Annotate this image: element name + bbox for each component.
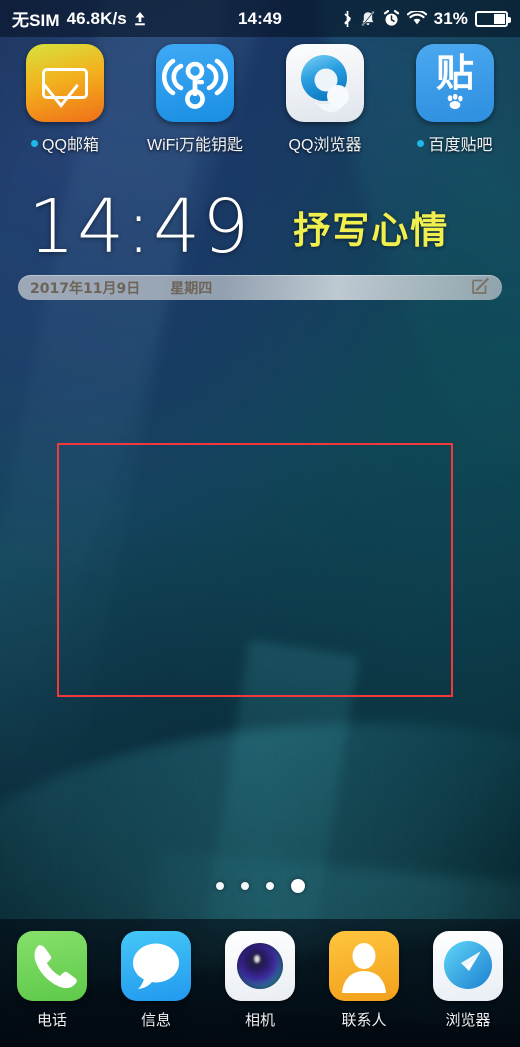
page-dot[interactable] xyxy=(240,882,249,890)
dock-label: 电话 xyxy=(36,1012,67,1029)
page-dot-active[interactable] xyxy=(290,879,305,893)
qq-browser-icon[interactable] xyxy=(286,44,364,122)
lens-shape xyxy=(237,943,283,989)
dock-label: 浏览器 xyxy=(445,1012,491,1029)
dock-item-messages[interactable]: 信息 xyxy=(104,931,208,1030)
status-bar[interactable]: 无SIM 46.8K/s 14:49 31% xyxy=(0,0,520,37)
dock-label: 信息 xyxy=(140,1012,171,1029)
page-dot[interactable] xyxy=(265,882,274,890)
tieba-glyph: 贴 xyxy=(435,51,474,95)
clock-widget[interactable]: 14:49 抒写心情 2017年11月9日 星期四 xyxy=(0,186,520,300)
date-bar[interactable]: 2017年11月9日 星期四 xyxy=(18,275,502,300)
contacts-person-icon[interactable] xyxy=(329,931,399,1001)
baidu-tieba-icon[interactable]: 贴 xyxy=(416,44,494,122)
bell-muted-icon xyxy=(360,10,376,27)
page-indicator xyxy=(0,877,520,895)
message-bubble-icon[interactable] xyxy=(121,931,191,1001)
selection-rectangle[interactable] xyxy=(57,443,453,697)
alarm-clock-icon xyxy=(383,10,400,27)
clock-row: 14:49 抒写心情 xyxy=(0,186,520,268)
envelope-shape xyxy=(42,68,88,99)
qq-mail-icon[interactable] xyxy=(26,44,104,122)
battery-icon xyxy=(475,10,511,27)
battery-percent-label: 31% xyxy=(433,8,468,28)
app-label: QQ浏览器 xyxy=(289,131,362,155)
app-label-text: 百度贴吧 xyxy=(428,137,493,154)
app-qq-browser[interactable]: QQ浏览器 xyxy=(260,44,390,155)
dock-item-contacts[interactable]: 联系人 xyxy=(312,931,416,1030)
edit-pencil-icon[interactable] xyxy=(471,276,490,300)
phone-home-screen: 无SIM 46.8K/s 14:49 31% QQ邮箱 WiFi万能钥匙 QQ浏… xyxy=(0,0,520,1047)
dock: 电话 信息 相机 联系人 浏览器 xyxy=(0,919,520,1047)
phone-handset-icon[interactable] xyxy=(17,931,87,1001)
app-wifi-master-key[interactable]: WiFi万能钥匙 xyxy=(130,44,260,155)
status-bar-right: 31% xyxy=(342,8,511,29)
badge-dot xyxy=(417,139,425,147)
app-qq-mail[interactable]: QQ邮箱 xyxy=(0,44,130,155)
dock-item-browser[interactable]: 浏览器 xyxy=(416,931,520,1030)
battery-fill xyxy=(494,13,505,24)
camera-lens-icon[interactable] xyxy=(225,931,295,1001)
dock-label: 相机 xyxy=(244,1012,275,1029)
weekday-label: 星期四 xyxy=(170,280,213,297)
clock-time: 14:49 xyxy=(28,184,252,270)
date-label: 2017年11月9日 xyxy=(30,280,141,297)
app-label-text: QQ浏览器 xyxy=(288,137,362,154)
badge-dot xyxy=(31,139,39,147)
wifi-master-key-icon[interactable] xyxy=(156,44,234,122)
dock-item-camera[interactable]: 相机 xyxy=(208,931,312,1030)
app-grid: QQ邮箱 WiFi万能钥匙 QQ浏览器 贴 百度贴吧 xyxy=(0,44,520,155)
page-dot[interactable] xyxy=(215,882,224,890)
app-label-text: QQ邮箱 xyxy=(42,137,99,154)
app-label: QQ邮箱 xyxy=(31,131,99,155)
app-label-text: WiFi万能钥匙 xyxy=(147,137,243,154)
app-label: 百度贴吧 xyxy=(417,131,493,155)
wifi-icon xyxy=(406,11,427,26)
dock-item-phone[interactable]: 电话 xyxy=(0,931,104,1030)
dock-label: 联系人 xyxy=(341,1012,387,1029)
compass-browser-icon[interactable] xyxy=(433,931,503,1001)
mood-text[interactable]: 抒写心情 xyxy=(293,200,449,254)
app-baidu-tieba[interactable]: 贴 百度贴吧 xyxy=(390,44,520,155)
bluetooth-icon xyxy=(342,10,353,28)
app-label: WiFi万能钥匙 xyxy=(147,131,243,155)
baidu-paw-icon xyxy=(445,93,465,114)
